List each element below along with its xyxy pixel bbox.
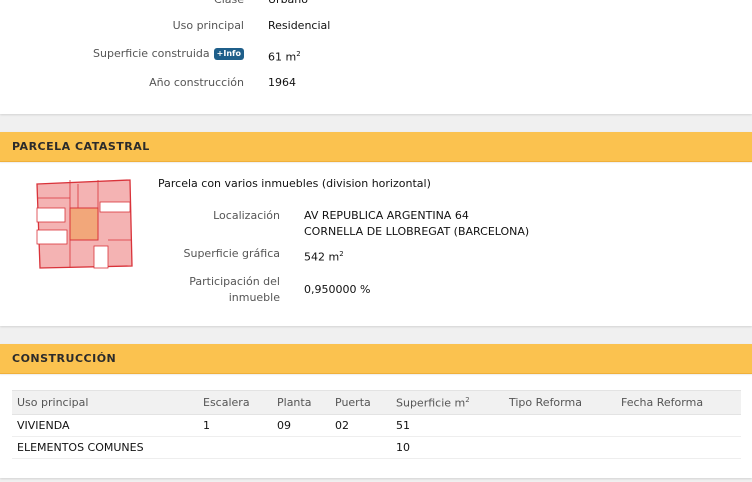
detail-label: Localización: [213, 209, 280, 222]
localizacion-value: AV REPUBLICA ARGENTINA 64 CORNELLA DE LL…: [304, 208, 529, 240]
participacion-label-line2: inmueble: [228, 291, 280, 304]
detail-label-with-badge: Superficie construida +Info: [0, 46, 244, 62]
superscript-unit: 2: [465, 395, 470, 404]
column-header-superficie: Superficie m2: [391, 390, 504, 415]
detail-label: Clase: [0, 0, 244, 8]
parcela-row-participacion: Participación del inmueble 0,950000 %: [0, 274, 370, 306]
table-cell: VIVIENDA: [12, 414, 198, 437]
table-cell: ELEMENTOS COMUNES: [12, 436, 198, 459]
table-cell: 09: [272, 414, 330, 437]
superficie-construida-value: 61 m: [268, 50, 297, 64]
column-header-escalera: Escalera: [198, 390, 272, 415]
address-line-2: CORNELLA DE LLOBREGAT (BARCELONA): [304, 225, 530, 238]
construccion-panel: CONSTRUCCIÓN Uso principal Escalera Plan…: [0, 344, 752, 478]
table-cell: [504, 414, 616, 437]
detail-value: 1964: [268, 76, 296, 89]
parcela-row-localizacion: Localización AV REPUBLICA ARGENTINA 64 C…: [0, 208, 529, 240]
table-cell: 10: [391, 436, 504, 459]
column-header-superficie-label: Superficie m: [396, 396, 466, 410]
construccion-table: Uso principal Escalera Planta Puerta Sup…: [12, 390, 741, 459]
superscript-unit: 2: [339, 250, 344, 258]
detail-row-superficie-construida: Superficie construida +Info 61 m2: [0, 46, 301, 66]
section-header-parcela: PARCELA CATASTRAL: [0, 132, 752, 162]
inmueble-details-panel: Clase Urbano Uso principal Residencial S…: [0, 0, 752, 114]
column-header-fecha-reforma: Fecha Reforma: [616, 390, 741, 415]
detail-value: 542 m2: [304, 246, 344, 266]
column-header-uso: Uso principal: [12, 390, 198, 415]
detail-label: Año construcción: [149, 76, 244, 89]
table-cell: 02: [330, 414, 391, 437]
table-cell: [504, 436, 616, 459]
detail-label: Uso principal: [172, 19, 244, 32]
detail-value: Urbano: [268, 0, 308, 8]
column-header-puerta: Puerta: [330, 390, 391, 415]
info-badge-button[interactable]: +Info: [213, 48, 244, 60]
table-row: ELEMENTOS COMUNES 10: [12, 436, 741, 459]
detail-row-uso-principal: Uso principal Residencial: [0, 18, 331, 34]
detail-label: Participación del inmueble: [0, 274, 280, 306]
detail-label: Superficie construida: [93, 47, 210, 60]
detail-label: Superficie gráfica: [183, 247, 281, 260]
table-header-row: Uso principal Escalera Planta Puerta Sup…: [12, 390, 741, 415]
column-header-planta: Planta: [272, 390, 330, 415]
address-line-1: AV REPUBLICA ARGENTINA 64: [304, 209, 469, 222]
table-cell: [198, 436, 272, 459]
participacion-label-line1: Participación del: [189, 275, 280, 288]
table-cell: [272, 436, 330, 459]
table-cell: [330, 436, 391, 459]
detail-row-ano-construccion: Año construcción 1964: [0, 75, 296, 91]
parcela-row-superficie: Superficie gráfica 542 m2: [0, 246, 344, 266]
detail-value: Residencial: [268, 19, 331, 32]
superscript-unit: 2: [296, 50, 301, 58]
parcela-description: Parcela con varios inmuebles (division h…: [158, 177, 431, 190]
parcela-catastral-panel: PARCELA CATASTRAL Parcela con varios inm…: [0, 132, 752, 326]
table-cell: 51: [391, 414, 504, 437]
participacion-value: 0,950000 %: [304, 283, 371, 296]
table-cell: [616, 436, 741, 459]
section-header-construccion: CONSTRUCCIÓN: [0, 344, 752, 374]
table-cell: [616, 414, 741, 437]
superficie-grafica-value: 542 m: [304, 250, 340, 264]
detail-value: 61 m2: [268, 46, 301, 66]
table-row: VIVIENDA 1 09 02 51: [12, 414, 741, 437]
table-cell: 1: [198, 414, 272, 437]
column-header-tipo-reforma: Tipo Reforma: [504, 390, 616, 415]
detail-row-clase: Clase Urbano: [0, 0, 308, 8]
